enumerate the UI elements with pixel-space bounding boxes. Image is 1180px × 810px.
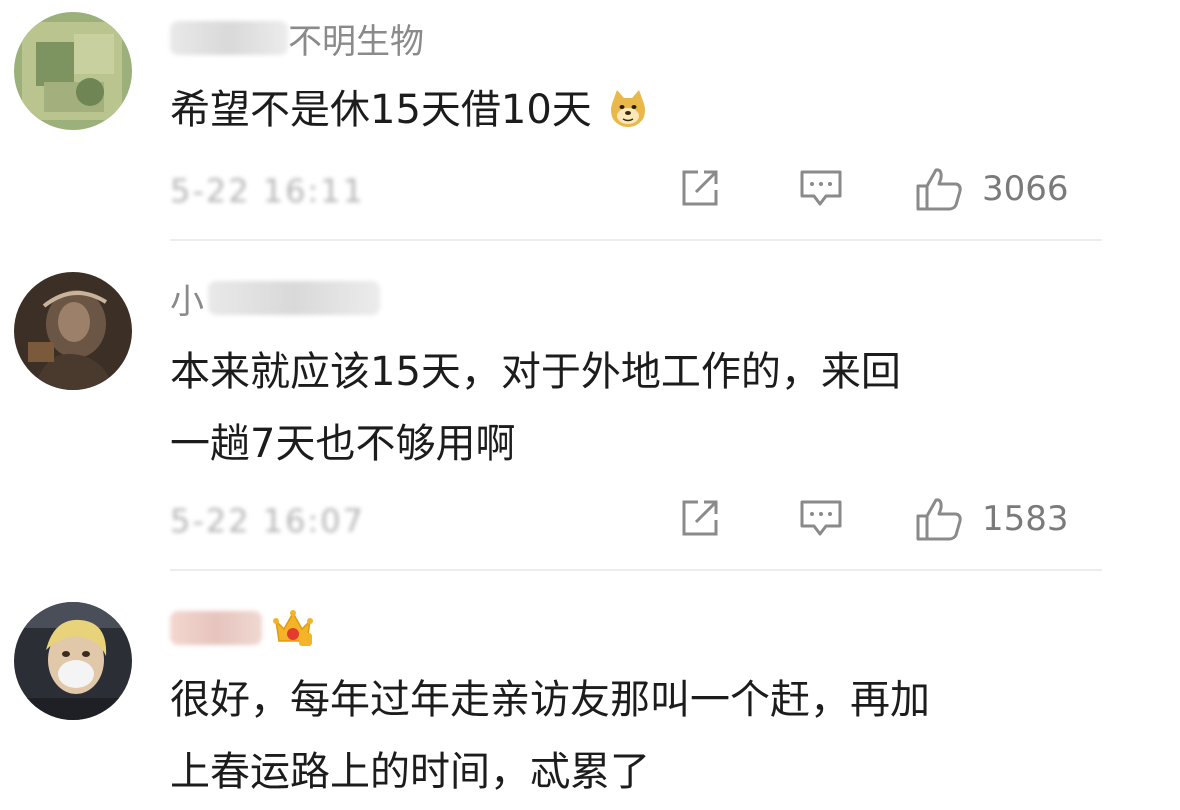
username[interactable]: 不明生物 (170, 16, 424, 62)
thumbs-up-icon (916, 498, 962, 541)
avatar[interactable] (14, 12, 132, 130)
username-text: 不明生物 (288, 21, 424, 62)
comment-meta: 5-22 16:11 3066 (170, 166, 1090, 216)
comment-icon (800, 500, 842, 536)
avatar[interactable] (14, 272, 132, 390)
reply-button[interactable] (798, 166, 844, 210)
comment-time: 5-22 16:11 (170, 172, 366, 210)
comment-text-line: 上春运路上的时间，忒累了 (170, 749, 650, 795)
comment-text: 本来就应该15天，对于外地工作的，来回 一趟7天也不够用啊 (170, 340, 1090, 476)
doge-emoji-icon (610, 90, 645, 127)
username[interactable] (170, 606, 314, 650)
like-count: 3066 (982, 169, 1069, 209)
username-redacted (208, 281, 380, 315)
comment-text-line: 本来就应该15天，对于外地工作的，来回 (170, 349, 901, 395)
comment-text-line: 很好，每年过年走亲访友那叫一个赶，再加 (170, 677, 930, 723)
like-button[interactable]: 1583 (914, 496, 1069, 542)
comment-icon (800, 170, 842, 206)
comment-text-content: 希望不是休15天借10天 (170, 87, 592, 133)
reply-button[interactable] (798, 496, 844, 540)
username[interactable]: 小 (170, 276, 380, 322)
comment-meta: 5-22 16:07 1583 (170, 496, 1090, 546)
comment-time: 5-22 16:07 (170, 502, 366, 540)
share-icon (682, 170, 718, 206)
share-icon (682, 500, 718, 536)
comment-text: 很好，每年过年走亲访友那叫一个赶，再加 上春运路上的时间，忒累了 (170, 668, 1090, 804)
comment-text: 希望不是休15天借10天 (170, 78, 1090, 142)
like-button[interactable]: 3066 (914, 166, 1069, 212)
username-redacted (170, 611, 262, 645)
divider (170, 569, 1102, 571)
username-text: 小 (170, 281, 204, 322)
comment-text-line: 一趟7天也不够用啊 (170, 421, 516, 467)
avatar[interactable] (14, 602, 132, 720)
thumbs-up-icon (916, 168, 962, 211)
username-redacted (170, 21, 288, 55)
share-button[interactable] (678, 166, 722, 210)
share-button[interactable] (678, 496, 722, 540)
crown-badge-icon (273, 610, 313, 646)
comment-feed: 不明生物 希望不是休15天借10天 5-22 16:11 3066 小 本来就应… (0, 0, 1180, 810)
divider (170, 239, 1102, 241)
like-count: 1583 (982, 499, 1069, 539)
